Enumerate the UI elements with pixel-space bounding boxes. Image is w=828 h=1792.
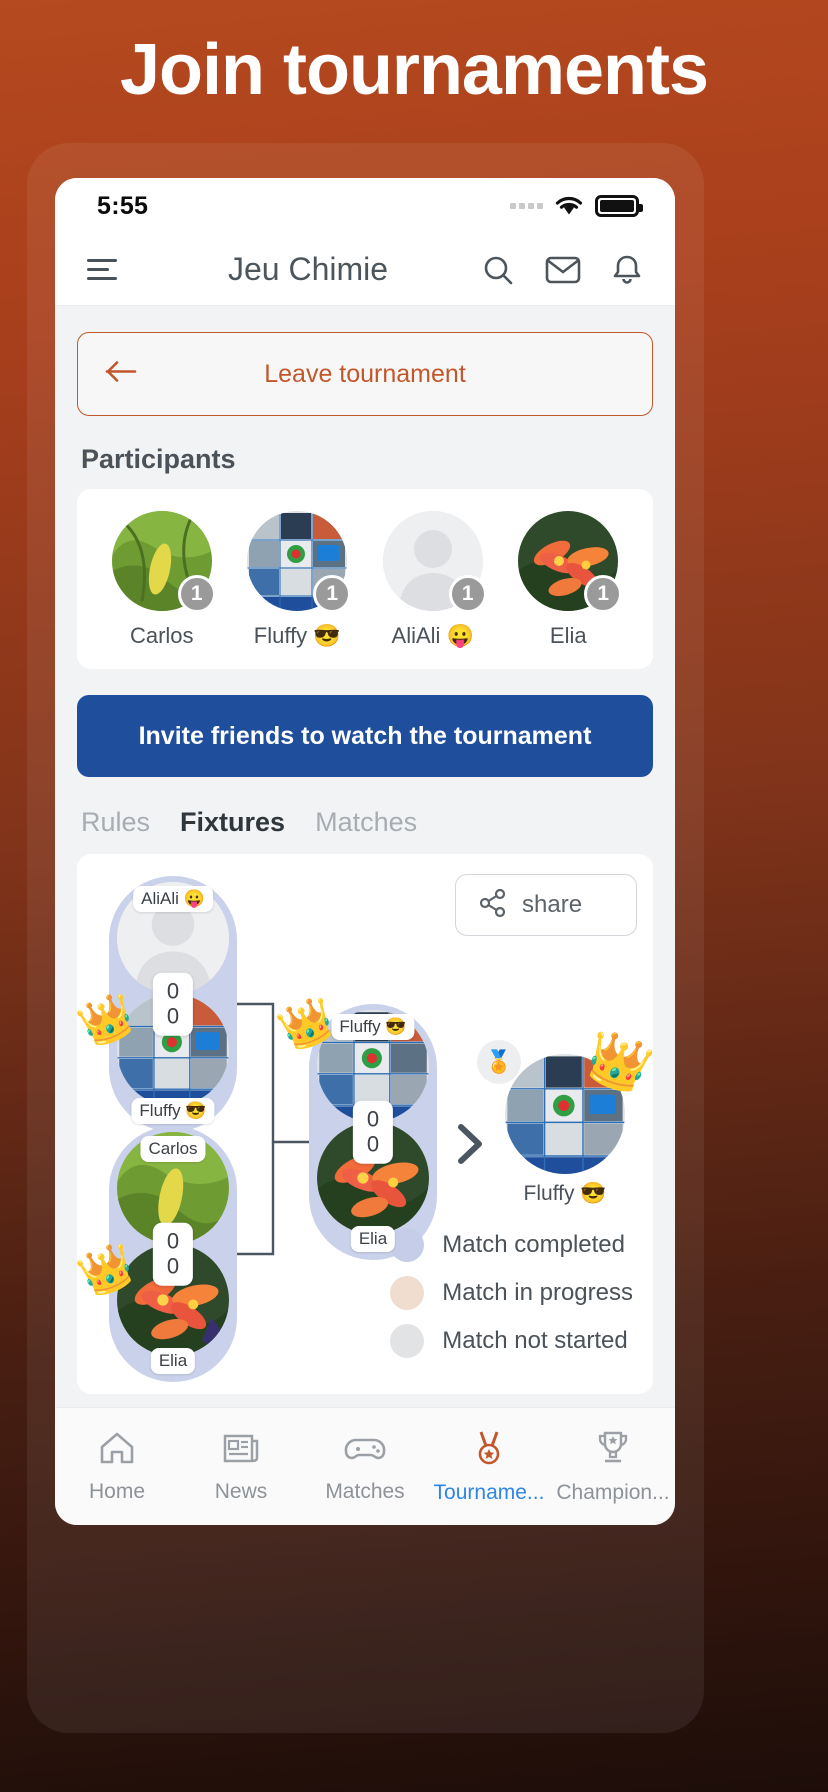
bracket-match-semi-2[interactable]: Carlos Elia 0 0 👑 [77,1126,237,1382]
invite-friends-label: Invite friends to watch the tournament [138,721,592,750]
participant-name: Fluffy 😎 [253,623,341,648]
gamepad-icon [343,1429,387,1472]
hamburger-menu-icon[interactable] [81,259,125,280]
nav-label: Champion... [556,1481,670,1504]
legend-color-in-progress [390,1276,425,1310]
participant-item[interactable]: 1 Elia [504,511,634,649]
legend-color-not-started [390,1324,425,1358]
participant-badge: 1 [313,575,352,613]
trophy-icon [593,1428,633,1473]
participants-card: 1 Carlos 1 Fluffy 😎 1 AliAli 😛 1 Elia [77,489,653,669]
page-title: Jeu Chimie [227,251,389,287]
participant-item[interactable]: 1 AliAli 😛 [368,511,498,649]
bracket-score: 0 0 [352,1100,394,1164]
nav-item-home[interactable]: Home [55,1429,179,1504]
legend-item: Match not started [390,1324,633,1358]
phone-screen: 5:55 Jeu Chimie Leave tournament Partici… [55,178,675,1525]
signal-dots-icon [510,203,543,209]
leave-tournament-label: Leave tournament [264,359,466,388]
status-bar: 5:55 [55,178,675,234]
bracket-score: 0 0 [152,1222,194,1286]
battery-full-icon [595,195,643,217]
invite-friends-button[interactable]: Invite friends to watch the tournament [77,695,653,777]
bell-icon[interactable] [611,253,643,287]
participant-name: Carlos [129,623,194,648]
nav-label: Tourname... [433,1481,545,1504]
participant-name: AliAli 😛 [391,623,474,648]
nav-item-matches[interactable]: Matches [303,1429,427,1504]
share-button[interactable]: share [455,874,637,936]
leave-tournament-button[interactable]: Leave tournament [77,332,653,416]
wifi-icon [554,195,584,217]
arrow-left-icon [104,360,138,389]
fixtures-bracket: share AliAli 😛 Fluffy 😎 0 0 👑 Carlos Eli… [77,854,653,1394]
home-icon [97,1429,137,1472]
champion-name: Fluffy 😎 [523,1182,607,1205]
legend-item: Match in progress [390,1276,633,1310]
nav-item-championships[interactable]: Champion... [551,1428,675,1505]
newspaper-icon [221,1429,261,1472]
legend-label: Match not started [442,1327,628,1354]
tab-bar: Rules Fixtures Matches [81,807,653,838]
bracket-name-top: AliAli 😛 [133,886,213,912]
share-label: share [522,891,583,918]
tournament-champion[interactable]: 🏅 👑 Fluffy 😎 [477,1025,653,1206]
nav-label: News [214,1480,268,1503]
legend-label: Match completed [442,1231,626,1258]
bottom-navigation: Home News Matches Tourname... Champion..… [55,1407,675,1525]
medal-icon: 🏅 [477,1040,521,1084]
tab-matches[interactable]: Matches [315,807,417,838]
participant-item[interactable]: 1 Fluffy 😎 [233,511,363,649]
legend-item: Match completed [390,1228,633,1262]
tab-fixtures[interactable]: Fixtures [180,807,285,838]
bracket-match-semi-1[interactable]: AliAli 😛 Fluffy 😎 0 0 👑 [77,876,237,1132]
bracket-match-final[interactable]: Fluffy 😎 Elia 0 0 👑 [272,991,437,1260]
nav-label: Matches [325,1480,405,1503]
participant-name: Elia [549,623,587,648]
tab-rules[interactable]: Rules [81,807,150,838]
app-header: Jeu Chimie [55,234,675,306]
bracket-name-bottom: Fluffy 😎 [131,1098,215,1124]
status-bar-time: 5:55 [97,191,149,220]
promo-banner: Join tournaments [0,0,828,140]
legend-color-completed [390,1228,425,1262]
nav-item-news[interactable]: News [179,1429,303,1504]
medal-icon [469,1428,509,1473]
bracket-name-top: Fluffy 😎 [331,1014,415,1040]
participants-title: Participants [81,444,236,474]
bracket-name-top: Carlos [140,1136,206,1162]
chevron-right-icon [453,1122,487,1171]
legend-label: Match in progress [442,1279,633,1306]
bracket-name-bottom: Elia [150,1348,196,1374]
bracket-legend: Match completed Match in progress Match … [390,1228,633,1372]
nav-label: Home [88,1480,146,1503]
participant-badge: 1 [584,575,623,613]
page-content: Leave tournament Participants 1 Carlos 1… [55,306,675,1407]
participant-badge: 1 [448,575,487,613]
search-icon[interactable] [481,253,515,287]
banner-title: Join tournaments [119,30,709,110]
share-nodes-icon [478,888,508,923]
participant-item[interactable]: 1 Carlos [97,511,227,649]
mail-icon[interactable] [545,255,581,285]
nav-item-tournaments[interactable]: Tourname... [427,1428,551,1505]
participant-badge: 1 [177,575,216,613]
bracket-name-bottom: Elia [350,1226,396,1252]
bracket-score: 0 0 [152,972,194,1036]
